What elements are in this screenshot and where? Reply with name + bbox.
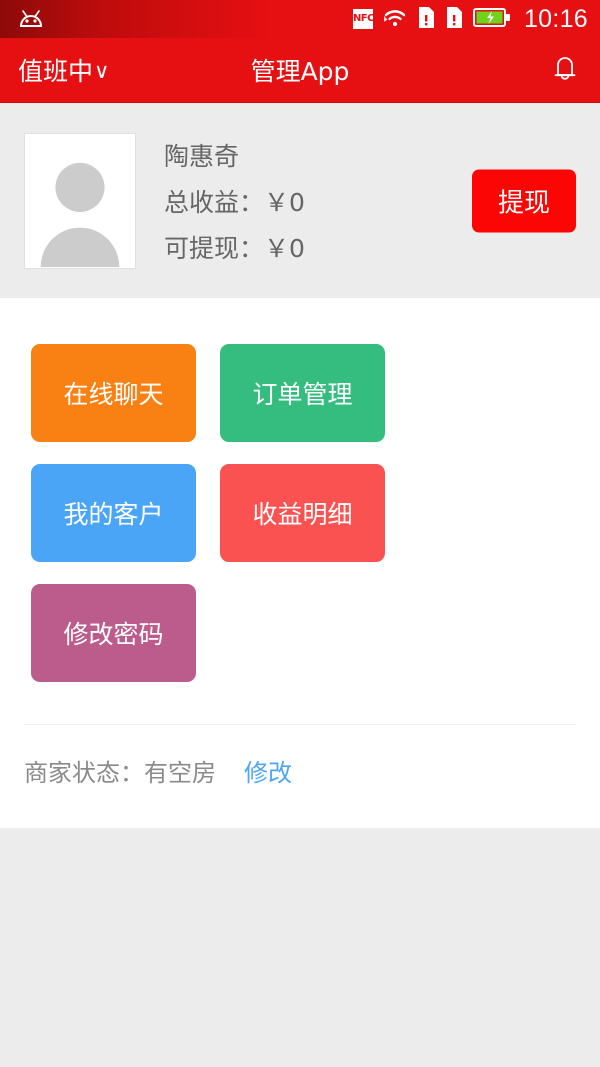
status-bar-right: NFC 10:16 [352, 4, 588, 34]
avatar[interactable] [24, 132, 136, 269]
tile-online-chat[interactable]: 在线聊天 [31, 344, 196, 442]
app-header-bar: 值班中 ∨ 管理App [0, 38, 600, 103]
status-bar-left [16, 8, 46, 30]
profile-section: 陶惠奇 总收益：￥0 可提现：￥0 提现 [0, 103, 600, 298]
shop-status-label: 商家状态：有空房 [24, 759, 216, 787]
profile-name: 陶惠奇 [164, 141, 240, 171]
withdraw-button[interactable]: 提现 [471, 169, 576, 232]
tile-order-management[interactable]: 订单管理 [220, 344, 385, 442]
withdrawable-amount: 可提现：￥0 [164, 233, 305, 263]
tile-label: 在线聊天 [63, 380, 164, 409]
sim1-icon [417, 6, 436, 33]
duty-status-dropdown[interactable]: 值班中 ∨ [18, 52, 109, 88]
nfc-icon: NFC [352, 9, 374, 29]
tile-my-customers[interactable]: 我的客户 [31, 464, 196, 562]
status-bar-clock: 10:16 [523, 4, 588, 33]
tile-change-password[interactable]: 修改密码 [31, 584, 196, 682]
android-robot-icon [16, 8, 46, 30]
tile-earnings-detail[interactable]: 收益明细 [220, 464, 385, 562]
sim2-icon [445, 6, 464, 33]
chevron-down-icon: ∨ [94, 58, 110, 83]
tile-label: 修改密码 [63, 620, 164, 649]
tile-label: 订单管理 [252, 380, 353, 409]
wifi-icon [382, 7, 408, 32]
duty-status-label: 值班中 [18, 57, 94, 86]
tile-label: 收益明细 [252, 500, 353, 529]
notification-bell-icon[interactable] [550, 51, 580, 89]
system-status-bar: NFC 10:16 [0, 0, 600, 38]
shop-status-row: 商家状态：有空房 修改 [0, 725, 600, 828]
total-earnings: 总收益：￥0 [164, 187, 305, 217]
feature-tile-grid: 在线聊天 订单管理 我的客户 收益明细 修改密码 [0, 344, 600, 682]
main-card: 在线聊天 订单管理 我的客户 收益明细 修改密码 商家状态：有空房 修改 [0, 298, 600, 828]
battery-charging-icon [472, 7, 511, 32]
tile-label: 我的客户 [63, 500, 164, 529]
app-screen: NFC 10:16 值班中 ∨ 管理App 陶惠奇 总收益：￥0 可提现：￥0 … [0, 0, 600, 1067]
profile-info: 陶惠奇 总收益：￥0 可提现：￥0 [164, 137, 305, 265]
page-background-filler [0, 828, 600, 1067]
shop-status-edit-link[interactable]: 修改 [244, 753, 292, 788]
